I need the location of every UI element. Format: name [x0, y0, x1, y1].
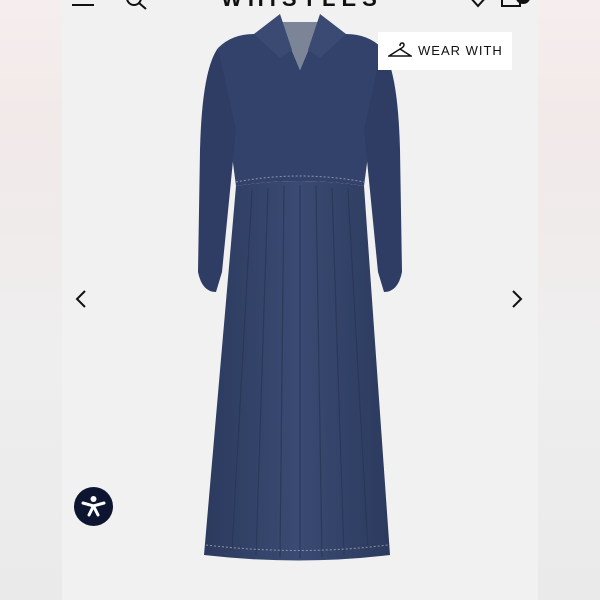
denim-dress-image — [198, 14, 402, 561]
hanger-icon — [388, 42, 412, 57]
phone-screen: WHISTLES — [62, 0, 538, 600]
left-background — [0, 0, 62, 600]
chevron-right-icon — [512, 290, 523, 308]
wear-with-button[interactable]: WEAR WITH — [378, 32, 512, 70]
menu-icon[interactable] — [72, 0, 96, 10]
right-background — [538, 0, 600, 600]
next-image-button[interactable] — [504, 287, 528, 311]
search-icon[interactable] — [122, 0, 150, 12]
accessibility-icon — [81, 496, 106, 517]
heart-icon[interactable] — [466, 0, 490, 10]
wear-with-label: WEAR WITH — [418, 43, 503, 58]
chevron-left-icon — [75, 290, 86, 308]
previous-image-button[interactable] — [70, 287, 94, 311]
accessibility-button[interactable] — [74, 487, 113, 526]
